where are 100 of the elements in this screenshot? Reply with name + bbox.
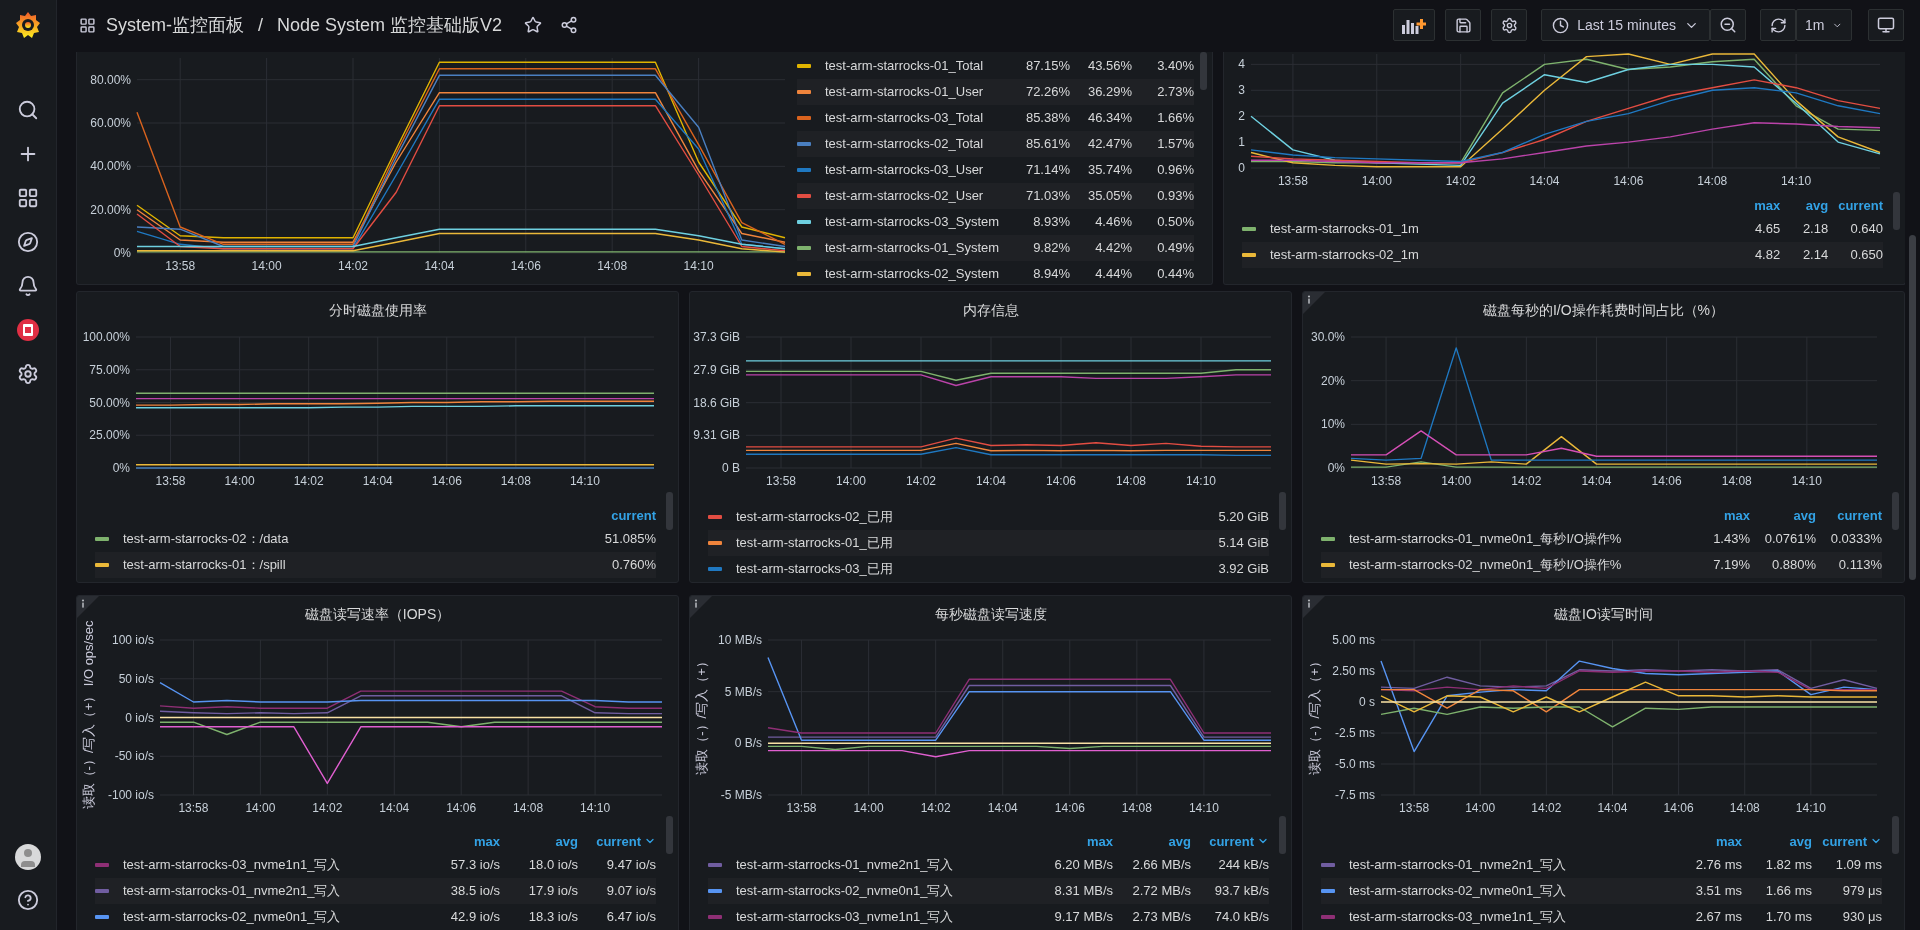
plugin-icon[interactable] [16,318,40,342]
legend-value: 6.20 MB/s [1053,856,1113,874]
series-name[interactable]: test-arm-starrocks-02_Total [813,131,1008,157]
series-name[interactable]: test-arm-starrocks-02_nvme0n1_写入 [111,904,422,930]
column-header[interactable]: max [1723,507,1750,523]
info-icon[interactable] [690,596,712,618]
series-name[interactable]: test-arm-starrocks-01_已用 [724,530,1209,556]
dashboards-button[interactable] [16,186,40,210]
scrollbar-thumb[interactable] [1892,492,1899,530]
legend-value: 0.760% [594,552,656,578]
folder-link[interactable]: System-监控面板 [106,13,244,37]
panel-title: 内存信息 [961,301,1020,320]
zoom-out-button[interactable] [1710,9,1746,41]
scrollbar-thumb[interactable] [666,816,673,854]
column-header[interactable]: avg [1805,197,1829,213]
dashboard-title[interactable]: Node System 监控基础版V2 [277,13,503,37]
series-name[interactable]: test-arm-starrocks-01_nvme2n1_写入 [1337,852,1672,878]
help-button[interactable] [16,888,40,912]
axis-tick-label: 25.00% [89,428,130,443]
column-header[interactable]: avg [555,833,578,849]
refresh-button[interactable] [1760,9,1796,41]
series-name[interactable]: test-arm-starrocks-01_User [813,79,1008,105]
column-header[interactable]: avg [1793,507,1816,523]
axis-tick-label: 14:00 [1441,474,1472,488]
explore-button[interactable] [16,230,40,254]
series-name[interactable]: test-arm-starrocks-03_已用 [724,556,1209,582]
scrollbar-thumb[interactable] [1909,235,1916,580]
star-icon [524,16,543,34]
series-name[interactable]: test-arm-starrocks-01_1m [1258,216,1733,242]
series-name[interactable]: test-arm-starrocks-03_System [813,209,1008,235]
legend-value: 8.94% [1032,265,1070,283]
legend-value: 85.61% [1008,131,1070,157]
column-header[interactable]: max [1754,197,1781,213]
add-panel-button[interactable] [1393,9,1436,41]
series-name[interactable]: test-arm-starrocks-02_System [813,261,1008,284]
tv-mode-button[interactable] [1868,9,1904,41]
series-name[interactable]: test-arm-starrocks-03_Total [813,105,1008,131]
panel-title: 磁盘读写速率（IOPS） [303,605,452,624]
user-avatar[interactable] [15,844,41,870]
column-header[interactable]: current [596,833,656,849]
grid-icon [79,16,96,34]
scrollbar-thumb[interactable] [1893,192,1900,230]
legend-value: 72.26% [1008,79,1070,105]
column-header[interactable]: avg [1168,833,1191,849]
column-header[interactable]: current [1838,197,1883,213]
scrollbar-thumb[interactable] [1200,52,1207,90]
column-header[interactable]: max [1715,833,1742,849]
series-name[interactable]: test-arm-starrocks-03_nvme1n1_写入 [724,904,1035,930]
series-name[interactable]: test-arm-starrocks-02_nvme0n1_写入 [724,878,1035,904]
series-name[interactable]: test-arm-starrocks-02_User [813,183,1008,209]
series-name[interactable]: test-arm-starrocks-02_已用 [724,504,1209,530]
refresh-interval-picker[interactable]: 1m [1796,9,1852,41]
series-name[interactable]: test-arm-starrocks-03_User [813,157,1008,183]
column-header[interactable]: max [1086,833,1113,849]
axis-tick-label: 0 B [722,461,740,475]
axis-tick-label: 14:00 [224,474,255,488]
series-name[interactable]: test-arm-starrocks-01_Total [813,53,1008,79]
series-name[interactable]: test-arm-starrocks-01：/spill [111,552,595,578]
logo-icon[interactable] [13,10,43,40]
column-header[interactable]: current [1209,833,1269,849]
series-name[interactable]: test-arm-starrocks-02：/data [111,526,595,552]
column-header[interactable]: current [611,507,656,523]
column-header[interactable]: avg [1789,833,1812,849]
column-header[interactable]: current [1822,833,1882,849]
save-button[interactable] [1445,9,1482,41]
series-name[interactable]: test-arm-starrocks-01_nvme2n1_写入 [111,878,422,904]
column-header[interactable]: current [1837,507,1882,523]
series-name[interactable]: test-arm-starrocks-03_nvme1n1_写入 [111,852,422,878]
alerts-button[interactable] [16,274,40,298]
series-name[interactable]: test-arm-starrocks-02_nvme0n1_写入 [1337,878,1672,904]
axis-tick-label: 50 io/s [118,671,154,686]
legend-value: 9.47 io/s [605,856,656,874]
axis-tick-label: 60.00% [90,116,131,130]
series-name[interactable]: test-arm-starrocks-01_nvme0n1_每秒I/O操作% [1337,526,1684,552]
series-name[interactable]: test-arm-starrocks-01_nvme2n1_写入 [724,852,1035,878]
axis-tick-label: 14:10 [1781,174,1812,188]
series-name[interactable]: test-arm-starrocks-03_nvme1n1_写入 [1337,904,1672,930]
scrollbar-thumb[interactable] [1279,492,1286,530]
series-name[interactable]: test-arm-starrocks-01_System [813,235,1008,261]
info-icon[interactable] [1303,292,1325,314]
legend-value: 18.0 io/s [527,856,578,874]
scrollbar-thumb[interactable] [1892,816,1899,854]
info-icon[interactable] [1303,596,1325,618]
time-range-picker[interactable]: Last 15 minutes [1541,9,1710,41]
series-name[interactable]: test-arm-starrocks-02_nvme0n1_每秒I/O操作% [1337,552,1684,578]
settings-button[interactable] [16,362,40,386]
breadcrumb-separator: / [258,14,264,36]
grid-icon [17,187,39,209]
scrollbar-thumb[interactable] [666,492,673,530]
axis-tick-label: 0% [1327,461,1345,475]
axis-tick-label: 40.00% [90,159,131,174]
axis-tick-label: 14:02 [1511,474,1542,488]
settings-button[interactable] [1491,9,1528,41]
column-header[interactable]: max [473,833,500,849]
scrollbar-thumb[interactable] [1279,816,1286,854]
legend-value: 38.5 io/s [422,878,500,904]
search-button[interactable] [16,98,40,122]
series-name[interactable]: test-arm-starrocks-02_1m [1258,242,1733,268]
legend-value: 51.085% [603,530,656,548]
info-icon[interactable] [77,596,99,618]
